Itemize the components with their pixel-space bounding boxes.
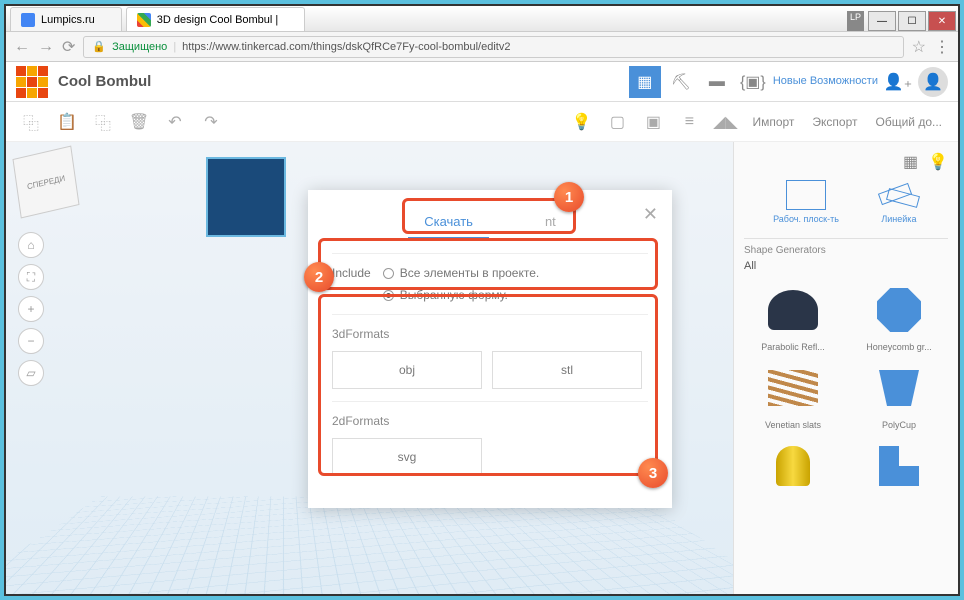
window-close[interactable]: ✕ <box>928 11 956 31</box>
shape-item[interactable]: Parabolic Refl... <box>744 282 842 352</box>
format-svg-button[interactable]: svg <box>332 438 482 476</box>
workplane-icon <box>786 180 826 210</box>
radio-selected-shape[interactable]: Выбранную форму. <box>383 288 540 302</box>
url-field[interactable]: 🔒 Защищено | https://www.tinkercad.com/t… <box>83 36 903 58</box>
ortho-view-icon[interactable]: ▱ <box>18 360 44 386</box>
view-code-icon[interactable]: {▣} <box>737 66 769 98</box>
chrome-menu-icon[interactable]: ⋮ <box>934 37 950 57</box>
section-label: Shape Generators <box>744 238 948 256</box>
formats-2d-label: 2dFormats <box>332 414 648 428</box>
download-dialog: Скачать nt ✕ Include Все элементы в прое… <box>308 190 672 508</box>
bulb-sidebar-icon[interactable]: 💡 <box>928 152 948 172</box>
url-text: https://www.tinkercad.com/things/dskQfRC… <box>182 41 510 53</box>
radio-label: Все элементы в проекте. <box>400 266 540 280</box>
duplicate-icon[interactable]: ⿻ <box>88 107 118 137</box>
shape-label: PolyCup <box>882 420 916 430</box>
nav-back[interactable]: ← <box>14 38 30 56</box>
viewcube[interactable]: СПЕРЕДИ <box>12 146 79 219</box>
honeycomb-icon <box>877 288 921 332</box>
redo-icon[interactable]: ↷ <box>196 107 226 137</box>
tool-label: Рабоч. плоск-ть <box>773 214 839 224</box>
import-button[interactable]: Импорт <box>746 115 800 129</box>
shapes-sidebar: ▦ 💡 Рабоч. плоск-ть Линейка Shape Genera… <box>733 142 958 594</box>
ruler-icon <box>879 180 919 210</box>
polycup-icon <box>879 370 919 406</box>
window-maximize[interactable]: ☐ <box>898 11 926 31</box>
fit-view-icon[interactable]: ⛶ <box>18 264 44 290</box>
formats-3d-label: 3dFormats <box>332 327 648 341</box>
tab-title: 3D design Cool Bombul | <box>157 14 278 26</box>
radio-all-elements[interactable]: Все элементы в проекте. <box>383 266 540 280</box>
favicon <box>21 13 35 27</box>
bulb-icon[interactable]: 💡 <box>566 107 596 137</box>
tab-print[interactable]: nt <box>529 206 572 239</box>
group-icon[interactable]: ▢ <box>602 107 632 137</box>
toolbar: ⿻ 📋 ⿻ 🗑 ↶ ↷ 💡 ▢ ▣ ≡ ◢◣ Импорт Экспорт Об… <box>6 102 958 142</box>
shape-item[interactable]: PolyCup <box>850 360 948 430</box>
view-brick-icon[interactable]: ▬ <box>701 66 733 98</box>
format-stl-button[interactable]: stl <box>492 351 642 389</box>
zoom-out-icon[interactable]: − <box>18 328 44 354</box>
paste-icon[interactable]: 📋 <box>52 107 82 137</box>
selected-shape[interactable] <box>206 157 286 237</box>
share-button[interactable]: Общий до... <box>870 115 949 129</box>
new-features-link[interactable]: Новые Возможности <box>773 75 878 87</box>
shape-item[interactable]: Venetian slats <box>744 360 842 430</box>
copy-icon[interactable]: ⿻ <box>16 107 46 137</box>
browser-tab-2[interactable]: 3D design Cool Bombul | <box>126 7 305 31</box>
workplane-tool[interactable]: Рабоч. плоск-ть <box>773 180 839 224</box>
app-header: Cool Bombul ▦ ⛏ ▬ {▣} Новые Возможности … <box>6 62 958 102</box>
shape-item[interactable]: Honeycomb gr... <box>850 282 948 352</box>
export-button[interactable]: Экспорт <box>806 115 863 129</box>
browser-titlebar: Lumpics.ru 3D design Cool Bombul | LP — … <box>6 6 958 32</box>
workplane-grid <box>6 497 733 594</box>
shape-item[interactable] <box>850 438 948 498</box>
format-obj-button[interactable]: obj <box>332 351 482 389</box>
cylinder-icon <box>776 446 810 486</box>
radio-icon <box>383 268 394 279</box>
add-user-icon[interactable]: 👤₊ <box>882 66 914 98</box>
browser-tab-1[interactable]: Lumpics.ru <box>10 7 122 31</box>
parabolic-icon <box>768 290 818 330</box>
lp-badge: LP <box>847 11 864 31</box>
nav-reload[interactable]: ⟳ <box>62 37 75 57</box>
project-title[interactable]: Cool Bombul <box>58 73 151 90</box>
corner-icon <box>879 446 919 486</box>
category-select[interactable]: All <box>744 256 948 282</box>
favicon <box>137 13 151 27</box>
include-label: Include <box>332 266 371 302</box>
ungroup-icon[interactable]: ▣ <box>638 107 668 137</box>
bookmark-icon[interactable]: ☆ <box>912 37 926 57</box>
nav-forward: → <box>38 38 54 56</box>
workplane-toggle-icon[interactable]: ▦ <box>903 152 918 172</box>
align-icon[interactable]: ≡ <box>674 107 704 137</box>
undo-icon[interactable]: ↶ <box>160 107 190 137</box>
home-view-icon[interactable]: ⌂ <box>18 232 44 258</box>
tinkercad-logo[interactable] <box>16 66 48 98</box>
browser-addressbar: ← → ⟳ 🔒 Защищено | https://www.tinkercad… <box>6 32 958 62</box>
shape-label: Venetian slats <box>765 420 821 430</box>
tab-title: Lumpics.ru <box>41 14 95 26</box>
tab-download[interactable]: Скачать <box>408 206 489 239</box>
radio-label: Выбранную форму. <box>400 288 508 302</box>
slats-icon <box>768 370 818 406</box>
zoom-in-icon[interactable]: + <box>18 296 44 322</box>
dialog-close-icon[interactable]: ✕ <box>643 204 658 225</box>
view-pickaxe-icon[interactable]: ⛏ <box>665 66 697 98</box>
window-minimize[interactable]: — <box>868 11 896 31</box>
ruler-tool[interactable]: Линейка <box>879 180 919 224</box>
radio-icon <box>383 290 394 301</box>
trash-icon[interactable]: 🗑 <box>124 107 154 137</box>
shape-label: Honeycomb gr... <box>866 342 932 352</box>
mirror-icon[interactable]: ◢◣ <box>710 107 740 137</box>
avatar[interactable]: 👤 <box>918 67 948 97</box>
shape-item[interactable] <box>744 438 842 498</box>
shape-label: Parabolic Refl... <box>761 342 825 352</box>
view-blocks-icon[interactable]: ▦ <box>629 66 661 98</box>
lock-icon: 🔒 <box>92 40 106 53</box>
secure-label: Защищено <box>112 41 167 53</box>
tool-label: Линейка <box>881 214 916 224</box>
